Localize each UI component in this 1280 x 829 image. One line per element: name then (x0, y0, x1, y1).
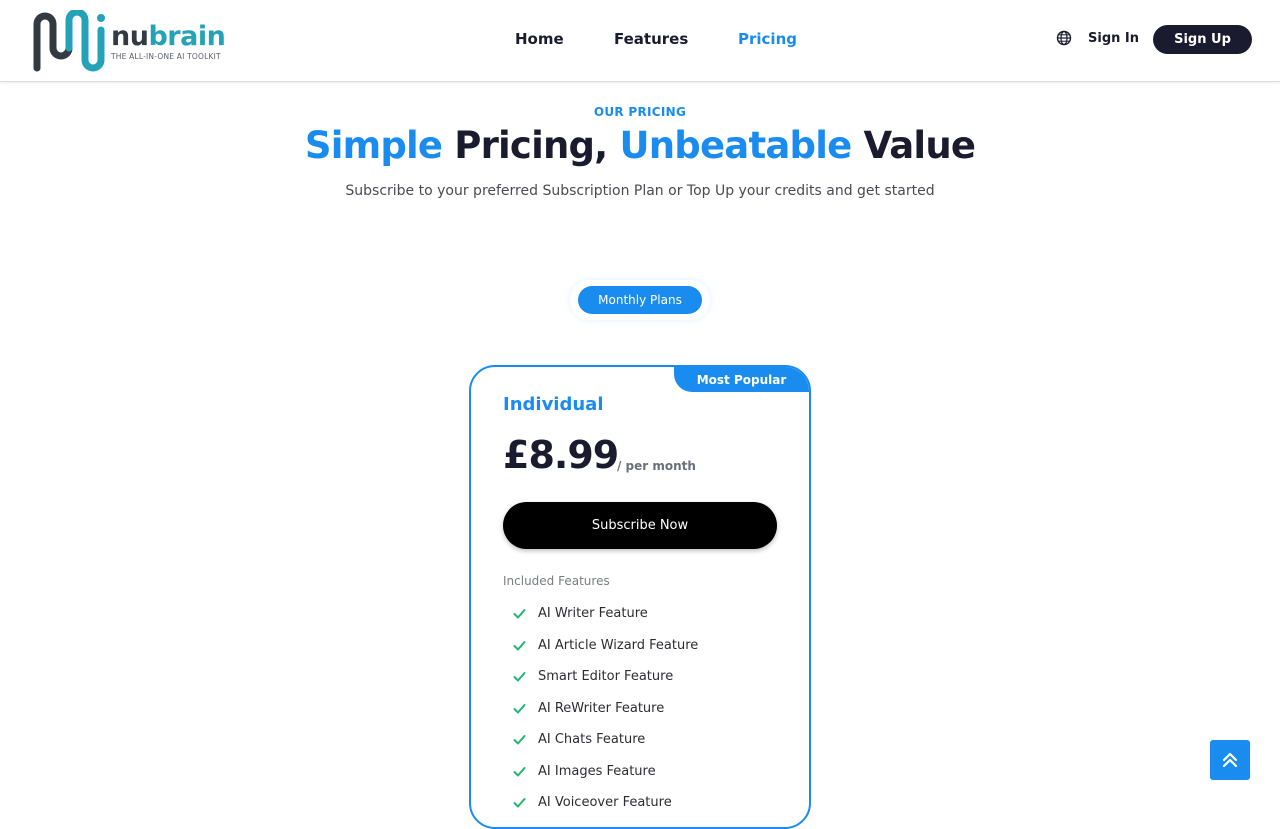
plan-period: / per month (617, 459, 696, 473)
feature-text: AI Article Wizard Feature (538, 637, 699, 653)
check-icon (513, 734, 526, 744)
brand-mark-icon (33, 10, 105, 72)
plan-name: Individual (503, 394, 604, 415)
brand-wordmark: nubrain (111, 21, 226, 52)
feature-text: AI ReWriter Feature (538, 700, 665, 716)
brand-tagline: THE ALL-IN-ONE AI TOOLKIT (111, 52, 221, 61)
feature-item: AI Writer Feature (513, 603, 648, 623)
feature-text: Smart Editor Feature (538, 668, 674, 684)
plan-period-toggle: Monthly Plans (570, 280, 710, 320)
feature-text: AI Chats Feature (538, 731, 646, 747)
check-icon (513, 703, 526, 713)
feature-item: AI ReWriter Feature (513, 698, 664, 718)
most-popular-badge: Most Popular (674, 367, 809, 392)
globe-icon[interactable] (1056, 30, 1072, 46)
feature-item: AI Images Feature (513, 761, 656, 781)
feature-text: AI Writer Feature (538, 605, 648, 621)
monthly-plans-tab[interactable]: Monthly Plans (578, 286, 702, 314)
check-icon (513, 766, 526, 776)
nav-features[interactable]: Features (614, 30, 688, 48)
back-to-top-button[interactable] (1210, 740, 1250, 780)
nav-home[interactable]: Home (515, 30, 564, 48)
feature-text: AI Images Feature (538, 763, 656, 779)
check-icon (513, 608, 526, 618)
nav-pricing[interactable]: Pricing (738, 30, 797, 48)
page-subtitle: Subscribe to your preferred Subscription… (345, 183, 935, 199)
page-title: Simple Pricing, Unbeatable Value (304, 124, 976, 167)
sign-up-button[interactable]: Sign Up (1153, 25, 1252, 54)
check-icon (513, 640, 526, 650)
feature-text: AI Voiceover Feature (538, 794, 672, 810)
site-header: nubrain THE ALL-IN-ONE AI TOOLKIT Home F… (0, 0, 1280, 82)
plan-price: £8.99 (503, 433, 619, 477)
sign-in-link[interactable]: Sign In (1088, 31, 1139, 46)
feature-item: Smart Editor Feature (513, 666, 673, 686)
brand-logo[interactable]: nubrain THE ALL-IN-ONE AI TOOLKIT (31, 10, 226, 72)
check-icon (513, 797, 526, 807)
pricing-eyebrow: OUR PRICING (593, 105, 687, 119)
subscribe-now-button[interactable]: Subscribe Now (503, 502, 777, 549)
feature-item: AI Chats Feature (513, 729, 645, 749)
feature-item: AI Voiceover Feature (513, 792, 672, 812)
chevron-double-up-icon (1222, 752, 1238, 768)
check-icon (513, 671, 526, 681)
pricing-card-individual: Most Popular Individual £8.99 / per mont… (469, 365, 811, 829)
feature-item: AI Article Wizard Feature (513, 635, 698, 655)
included-features-label: Included Features (503, 574, 610, 588)
